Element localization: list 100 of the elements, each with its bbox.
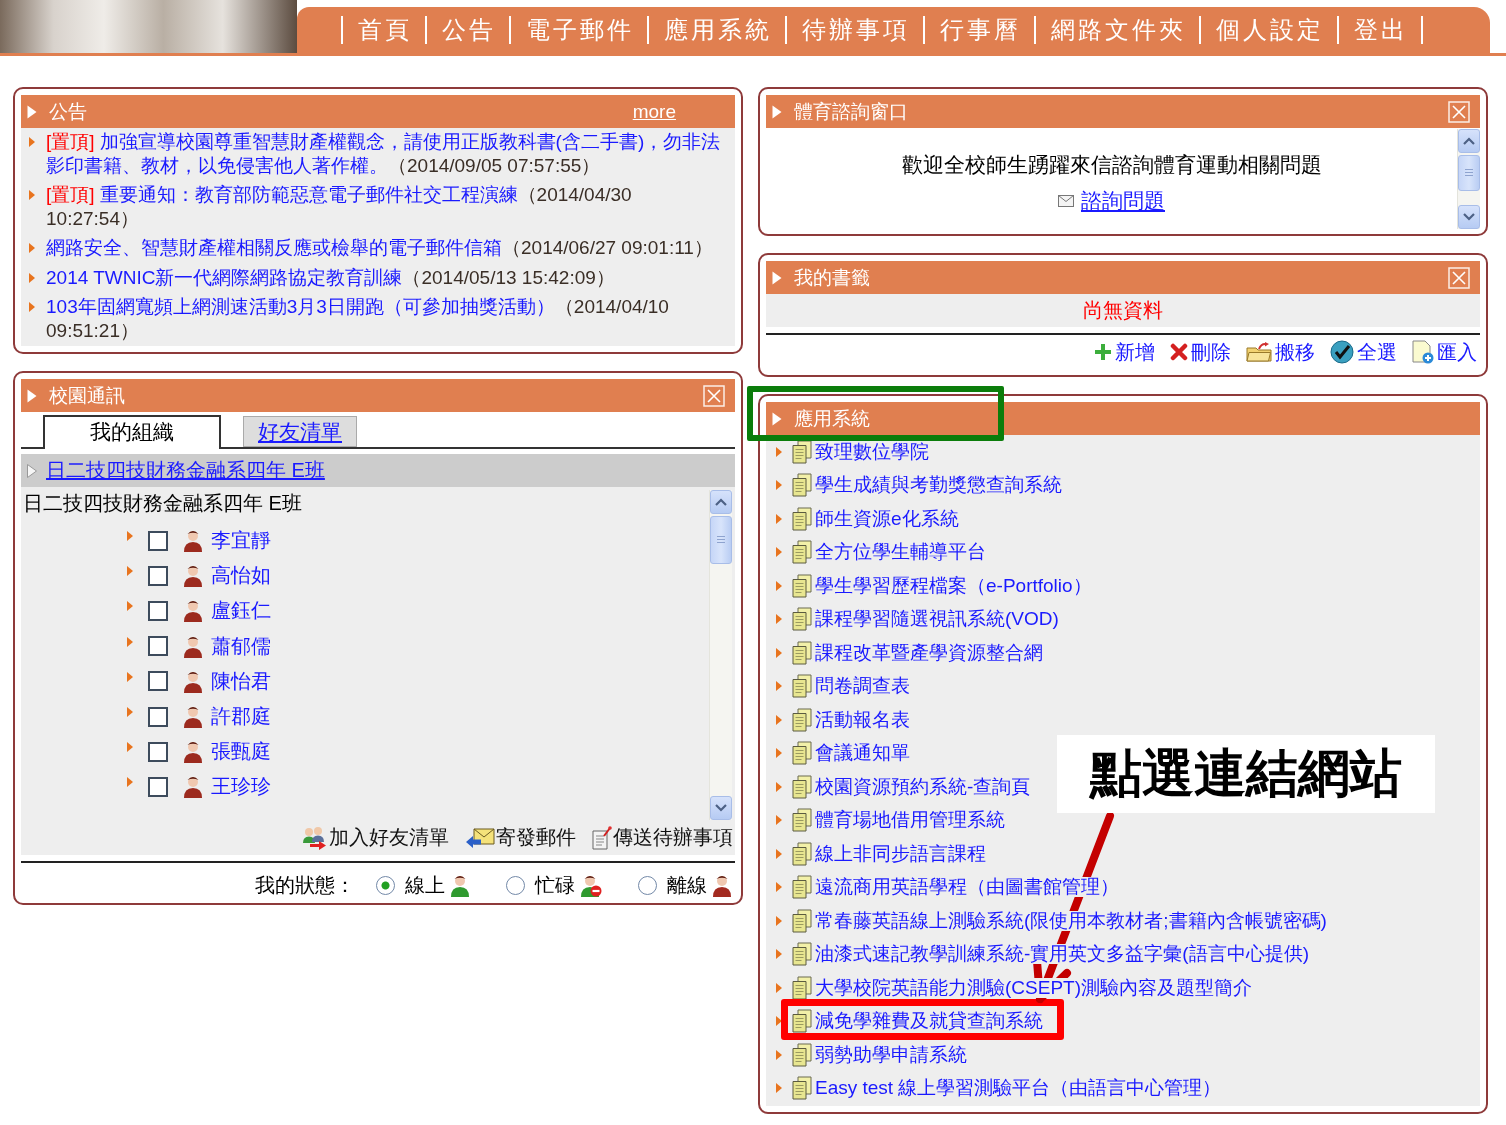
action-link[interactable]: 寄發郵件 (465, 824, 576, 851)
close-icon[interactable] (703, 384, 725, 407)
action-link[interactable]: 加入好友清單 (302, 824, 449, 851)
app-link[interactable]: 全方位學生輔導平台 (815, 542, 986, 563)
announcement-link[interactable]: 網路安全、智慧財產權相關反應或檢舉的電子郵件信箱（2014/06/27 09:01:11） (46, 236, 726, 260)
app-link[interactable]: 課程學習隨選視訊系統(VOD) (815, 609, 1059, 630)
triangle-bullet-icon (776, 949, 782, 960)
app-link[interactable]: 常春藤英語線上測驗系統(限使用本教材者;書籍內含帳號密碼) (815, 910, 1327, 931)
folder-icon (1246, 342, 1272, 362)
status-option-label[interactable]: 忙碌 (535, 873, 575, 897)
app-link[interactable]: 師生資源e化系統 (815, 508, 959, 529)
announcement-link[interactable]: [置頂] 加強宣導校園尊重智慧財產權觀念，請使用正版教科書(含二手書)，勿非法影印書籍、教材，以免侵害他人著作權。（2014/09/05 07:57:55） (46, 130, 726, 177)
empty-message: 尚無資料 (1083, 298, 1163, 323)
checkbox[interactable] (148, 741, 168, 762)
scroll-up-button[interactable] (710, 490, 732, 514)
tab[interactable]: 我的組織 (43, 415, 221, 449)
announcement-link[interactable]: [置頂] 重要通知：教育部防範惡意電子郵件社交工程演練（2014/04/30 10:27:54） (46, 183, 726, 230)
announcement-link[interactable]: 103年固網寬頻上網測速活動3月3日開跑（可參加抽獎活動）（2014/04/10 09:51:21） (46, 295, 726, 342)
action-link[interactable]: 刪除 (1170, 338, 1231, 366)
checkbox[interactable] (148, 671, 168, 692)
triangle-bullet-icon (776, 848, 782, 859)
close-icon[interactable] (1448, 266, 1470, 289)
member-link[interactable]: 蕭郁儒 (211, 632, 271, 660)
member-link[interactable]: 許郡庭 (211, 703, 271, 731)
triangle-bullet-icon (29, 190, 35, 200)
triangle-bullet-icon (29, 302, 35, 312)
action-link[interactable]: 傳送待辦事項 (592, 824, 733, 851)
scrollbar-thumb[interactable] (1458, 155, 1480, 191)
member-link[interactable]: 張甄庭 (211, 738, 271, 766)
announcement-link[interactable]: 2014 TWNIC新一代網際網路協定教育訓練（2014/05/13 15:42:09） (46, 265, 726, 289)
app-link[interactable]: 校園資源預約系統-查詢頁 (815, 776, 1031, 797)
person-icon (183, 669, 203, 693)
triangle-bullet-icon (776, 982, 782, 993)
action-link[interactable]: 新增 (1094, 338, 1155, 366)
triangle-icon (772, 104, 782, 119)
action-link[interactable]: 匯入 (1412, 338, 1477, 366)
triangle-bullet-icon (127, 601, 133, 612)
app-link[interactable]: 致理數位學院 (815, 441, 929, 462)
app-link[interactable]: 弱勢助學申請系統 (815, 1044, 967, 1065)
app-link[interactable]: 課程改革暨產學資源整合網 (815, 642, 1043, 663)
checkbox[interactable] (148, 565, 168, 586)
consult-link[interactable]: 諮詢問題 (1081, 187, 1165, 215)
chevron-up-icon (715, 498, 727, 506)
triangle-bullet-icon (776, 614, 782, 625)
triangle-bullet-icon (776, 1083, 782, 1094)
check-icon (1330, 340, 1354, 364)
triangle-bullet-icon (127, 706, 133, 717)
status-option-label[interactable]: 離線 (667, 873, 707, 897)
document-icon (791, 1009, 813, 1034)
radio-button[interactable] (376, 875, 395, 895)
action-link[interactable]: 全選 (1330, 338, 1397, 366)
tab[interactable]: 好友清單 (243, 416, 357, 447)
checkbox[interactable] (148, 600, 168, 621)
checkbox[interactable] (148, 636, 168, 657)
member-link[interactable]: 李宜靜 (211, 527, 271, 555)
app-link[interactable]: 會議通知單 (815, 743, 910, 764)
app-link[interactable]: 學生成績與考勤獎懲查詢系統 (815, 475, 1062, 496)
member-link[interactable]: 王珍珍 (211, 773, 271, 801)
document-icon (791, 1076, 813, 1101)
envelope-icon (465, 826, 495, 849)
app-link[interactable]: 大學校院英語能力測驗(CSEPT)測驗內容及題型簡介 (815, 977, 1252, 998)
radio-button[interactable] (506, 875, 525, 895)
scrollbar-thumb[interactable] (710, 516, 732, 564)
triangle-bullet-icon (776, 547, 782, 558)
triangle-bullet-icon (127, 531, 133, 541)
group-link[interactable]: 日二技四技財務金融系四年 E班 (46, 457, 325, 484)
radio-button[interactable] (638, 875, 657, 895)
app-link[interactable]: 問卷調查表 (815, 676, 910, 697)
triangle-icon (27, 388, 37, 403)
triangle-bullet-icon (127, 636, 133, 647)
document-icon (791, 975, 813, 1000)
checkbox[interactable] (148, 706, 168, 727)
member-link[interactable]: 高怡如 (211, 562, 271, 590)
triangle-bullet-icon (776, 480, 782, 491)
triangle-icon (772, 411, 782, 426)
checkbox[interactable] (148, 776, 168, 797)
member-link[interactable]: 盧鈺仁 (211, 597, 271, 625)
scroll-up-button[interactable] (1458, 129, 1480, 153)
action-link[interactable]: 搬移 (1246, 338, 1315, 366)
person-icon (183, 529, 203, 553)
person-icon (183, 705, 203, 729)
scroll-down-button[interactable] (1458, 205, 1480, 229)
checkbox[interactable] (148, 530, 168, 551)
panel-title: 應用系統 (794, 406, 870, 431)
triangle-bullet-icon (127, 671, 133, 682)
close-icon[interactable] (1448, 100, 1470, 123)
document-icon (791, 1042, 813, 1067)
triangle-bullet-icon (29, 137, 35, 147)
app-link[interactable]: 減免學雜費及就貸查詢系統 (815, 1011, 1043, 1032)
person-icon (183, 634, 203, 658)
scroll-down-button[interactable] (710, 796, 732, 820)
status-option-label[interactable]: 線上 (405, 873, 445, 897)
app-link[interactable]: 活動報名表 (815, 709, 910, 730)
app-link[interactable]: 體育場地借用管理系統 (815, 810, 1005, 831)
app-link[interactable]: 線上非同步語言課程 (815, 843, 986, 864)
triangle-bullet-icon (776, 647, 782, 658)
document-icon (791, 942, 813, 967)
document-icon (791, 841, 813, 866)
member-link[interactable]: 陳怡君 (211, 667, 271, 695)
app-link[interactable]: 油漆式速記教學訓練系統-實用英文多益字彙(語言中心提供) (815, 944, 1309, 965)
